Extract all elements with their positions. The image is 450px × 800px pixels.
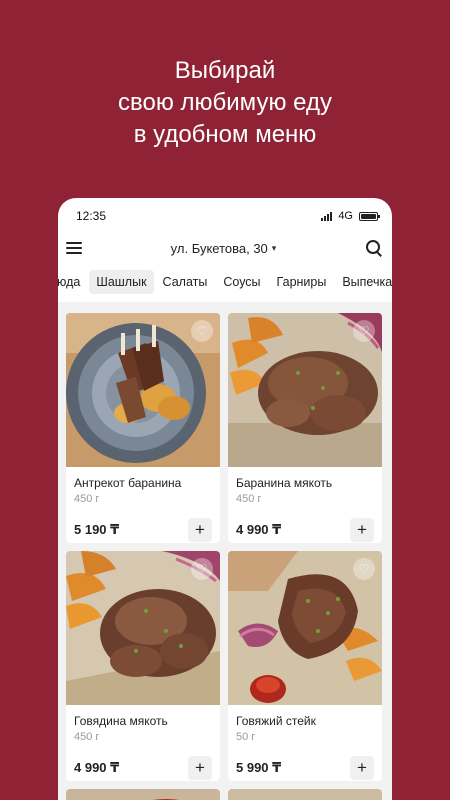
product-photo: ♡ xyxy=(228,551,382,705)
app-header: ул. Букетова, 30 ▾ xyxy=(58,234,392,262)
heart-icon[interactable]: ♡ xyxy=(353,320,375,342)
product-photo xyxy=(66,789,220,800)
product-name: Говядина мякоть xyxy=(74,714,168,728)
product-card[interactable]: ♡ Баранина мякоть 450 г 4 990 ₸ + xyxy=(228,313,382,543)
search-icon[interactable] xyxy=(365,239,383,257)
product-photo: ♡ xyxy=(66,313,220,467)
product-price: 5 190 ₸ xyxy=(74,522,120,537)
add-to-cart-button[interactable]: + xyxy=(350,756,374,780)
product-name: Антрекот баранина xyxy=(74,476,182,490)
tab-garnishes[interactable]: Гарниры xyxy=(270,270,334,294)
promo-headline: Выбирай свою любимую еду в удобном меню xyxy=(0,55,450,151)
network-label: 4G xyxy=(338,210,353,222)
battery-icon xyxy=(359,211,380,221)
category-tabs: юда Шашлык Салаты Соусы Гарниры Выпечка xyxy=(58,262,392,302)
hamburger-icon[interactable] xyxy=(66,242,82,254)
product-weight: 450 г xyxy=(74,493,100,505)
product-photo: ♡ xyxy=(66,551,220,705)
product-weight: 50 г xyxy=(236,731,256,743)
tab-category[interactable]: юда xyxy=(58,270,87,294)
tab-shashlik[interactable]: Шашлык xyxy=(89,270,154,294)
tab-salads[interactable]: Салаты xyxy=(156,270,215,294)
address-selector[interactable]: ул. Букетова, 30 ▾ xyxy=(171,241,277,256)
product-card[interactable]: ♡ Говяжий стейк 50 г 5 990 ₸ + xyxy=(228,551,382,781)
add-to-cart-button[interactable]: + xyxy=(188,756,212,780)
product-name: Баранина мякоть xyxy=(236,476,333,490)
address-label: ул. Букетова, 30 xyxy=(170,240,268,256)
promo-line-2: свою любимую еду xyxy=(118,89,332,116)
status-time: 12:35 xyxy=(76,209,107,223)
product-card[interactable]: ♡ Говядина мякоть 450 г 4 990 ₸ + xyxy=(66,551,220,781)
heart-icon[interactable]: ♡ xyxy=(191,558,213,580)
product-card[interactable]: ♡ Антрекот баранина 450 г 5 190 ₸ + xyxy=(66,313,220,543)
product-weight: 450 г xyxy=(236,493,262,505)
product-price: 5 990 ₸ xyxy=(236,760,282,775)
heart-icon[interactable]: ♡ xyxy=(353,558,375,580)
product-card-partial[interactable] xyxy=(66,789,220,800)
chevron-down-icon: ▾ xyxy=(271,242,277,253)
product-photo xyxy=(228,789,382,800)
phone-screen: 12:35 4G ул. Букетова, 30 ▾ юда Шашлык С… xyxy=(58,198,392,800)
product-price: 4 990 ₸ xyxy=(236,522,282,537)
tab-sauces[interactable]: Соусы xyxy=(216,270,267,294)
status-bar: 12:35 4G xyxy=(58,198,392,234)
product-grid: ♡ Антрекот баранина 450 г 5 190 ₸ + ♡ Ба… xyxy=(58,302,392,800)
heart-icon[interactable]: ♡ xyxy=(191,320,213,342)
promo-line-3: в удобном меню xyxy=(133,121,317,148)
product-card-partial[interactable] xyxy=(228,789,382,800)
product-weight: 450 г xyxy=(74,731,100,743)
product-price: 4 990 ₸ xyxy=(74,760,120,775)
product-name: Говяжий стейк xyxy=(236,714,316,728)
signal-icon xyxy=(321,211,333,221)
product-photo: ♡ xyxy=(228,313,382,467)
add-to-cart-button[interactable]: + xyxy=(350,518,374,542)
promo-line-1: Выбирай xyxy=(174,57,276,84)
add-to-cart-button[interactable]: + xyxy=(188,518,212,542)
tab-pastry[interactable]: Выпечка xyxy=(335,270,392,294)
